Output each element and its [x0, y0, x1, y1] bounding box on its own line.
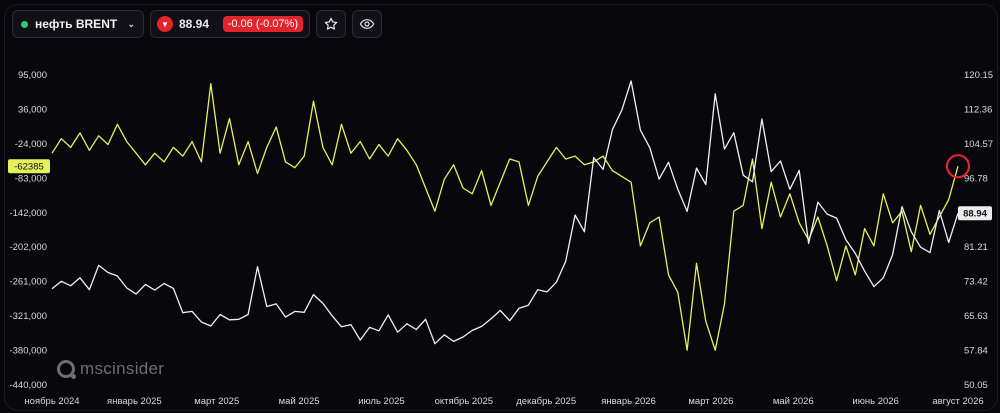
x-tick-label: август 2026: [932, 396, 983, 407]
right-tick-label: 65.63: [964, 311, 988, 322]
left-tick-label: 95,000: [18, 70, 47, 81]
x-tick-label: ноябрь 2024: [24, 396, 79, 407]
left-tick-label: -202,000: [9, 242, 47, 253]
x-tick-label: июль 2025: [358, 396, 405, 407]
x-tick-label: март 2025: [194, 396, 239, 407]
right-tick-label: 120.15: [964, 70, 993, 81]
right-price-label: 88.94: [963, 209, 987, 220]
left-tick-label: -24,000: [15, 139, 47, 150]
left-marker-label: -62385: [14, 162, 44, 173]
right-axis: 120.15112.36104.5796.7889.0081.2173.4265…: [964, 70, 993, 391]
mscinsider-logo-icon: [57, 360, 76, 379]
x-tick-label: январь 2026: [601, 396, 656, 407]
right-tick-label: 57.84: [964, 346, 988, 357]
left-tick-label: -83,000: [15, 173, 47, 184]
x-tick-label: октябрь 2025: [435, 396, 494, 407]
right-tick-label: 104.57: [964, 139, 993, 150]
series-line-1: [51, 83, 959, 351]
left-tick-label: -261,000: [9, 277, 47, 288]
series-line-2: [51, 80, 959, 345]
x-tick-label: декабрь 2025: [516, 396, 576, 407]
x-tick-label: март 2026: [688, 396, 733, 407]
right-tick-label: 50.05: [964, 380, 988, 391]
price-chart[interactable]: 95,000 36,000 -24,000 -83,000 -142,000 -202,0…: [0, 0, 1000, 413]
left-tick-label: -440,000: [9, 380, 47, 391]
left-tick-label: -321,000: [9, 311, 47, 322]
right-tick-label: 81.21: [964, 242, 988, 253]
right-tick-label: 73.42: [964, 277, 988, 288]
right-tick-label: 96.78: [964, 173, 988, 184]
left-tick-label: -142,000: [9, 208, 47, 219]
watermark-text: mscinsider: [80, 359, 165, 378]
last-point-highlight: [945, 154, 971, 179]
axis-markers: -62385 88.94: [8, 154, 992, 221]
x-tick-label: май 2026: [773, 396, 814, 407]
watermark: mscinsider: [57, 359, 164, 379]
left-axis: 95,000 36,000 -24,000 -83,000 -142,000 -202,0…: [9, 70, 47, 391]
x-tick-label: май 2025: [279, 396, 320, 407]
x-tick-label: январь 2025: [107, 396, 162, 407]
left-tick-label: -380,000: [9, 346, 47, 357]
left-tick-label: 36,000: [18, 104, 47, 115]
x-tick-label: июнь 2026: [852, 396, 898, 407]
right-tick-label: 112.36: [964, 104, 992, 115]
series-lines: [51, 80, 959, 351]
x-axis: ноябрь 2024 январь 2025 март 2025 май 2025 и…: [24, 396, 983, 407]
